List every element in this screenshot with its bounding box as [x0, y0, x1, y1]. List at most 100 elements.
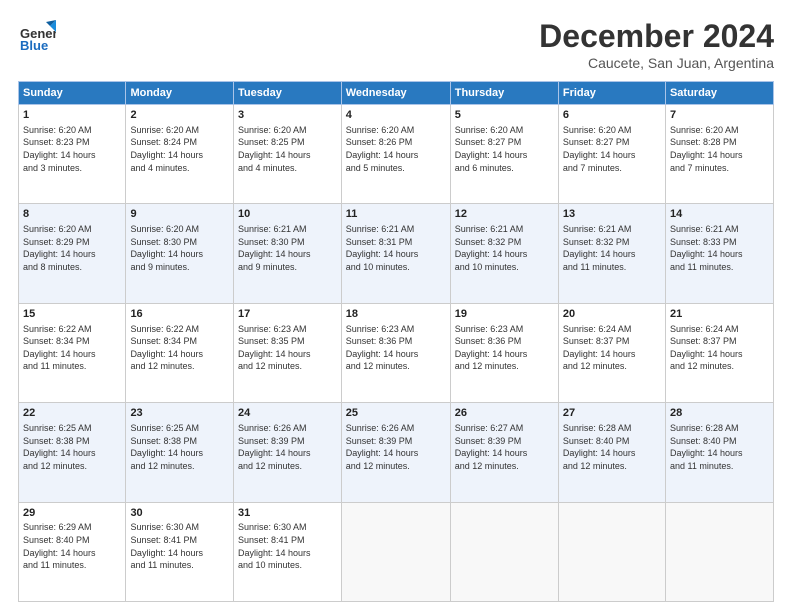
day-number: 22: [23, 406, 121, 421]
calendar-cell: 30Sunrise: 6:30 AM Sunset: 8:41 PM Dayli…: [126, 502, 234, 601]
day-info: Sunrise: 6:28 AM Sunset: 8:40 PM Dayligh…: [670, 422, 769, 472]
calendar-cell: [341, 502, 450, 601]
svg-text:Blue: Blue: [20, 38, 48, 53]
day-number: 10: [238, 207, 337, 222]
day-info: Sunrise: 6:20 AM Sunset: 8:27 PM Dayligh…: [455, 124, 554, 174]
day-info: Sunrise: 6:23 AM Sunset: 8:35 PM Dayligh…: [238, 323, 337, 373]
day-info: Sunrise: 6:29 AM Sunset: 8:40 PM Dayligh…: [23, 521, 121, 571]
calendar-cell: 16Sunrise: 6:22 AM Sunset: 8:34 PM Dayli…: [126, 303, 234, 402]
calendar-cell: 14Sunrise: 6:21 AM Sunset: 8:33 PM Dayli…: [665, 204, 773, 303]
day-number: 1: [23, 108, 121, 123]
calendar-table: SundayMondayTuesdayWednesdayThursdayFrid…: [18, 81, 774, 602]
day-number: 2: [130, 108, 229, 123]
calendar-cell: 2Sunrise: 6:20 AM Sunset: 8:24 PM Daylig…: [126, 105, 234, 204]
weekday-header: Wednesday: [341, 82, 450, 105]
day-info: Sunrise: 6:27 AM Sunset: 8:39 PM Dayligh…: [455, 422, 554, 472]
calendar-cell: 5Sunrise: 6:20 AM Sunset: 8:27 PM Daylig…: [450, 105, 558, 204]
calendar-cell: 3Sunrise: 6:20 AM Sunset: 8:25 PM Daylig…: [234, 105, 342, 204]
day-info: Sunrise: 6:20 AM Sunset: 8:29 PM Dayligh…: [23, 223, 121, 273]
calendar-cell: 25Sunrise: 6:26 AM Sunset: 8:39 PM Dayli…: [341, 403, 450, 502]
location-subtitle: Caucete, San Juan, Argentina: [539, 55, 774, 71]
day-number: 25: [346, 406, 446, 421]
day-info: Sunrise: 6:21 AM Sunset: 8:32 PM Dayligh…: [563, 223, 661, 273]
calendar-cell: 20Sunrise: 6:24 AM Sunset: 8:37 PM Dayli…: [558, 303, 665, 402]
header: General Blue December 2024 Caucete, San …: [18, 18, 774, 71]
calendar-cell: 12Sunrise: 6:21 AM Sunset: 8:32 PM Dayli…: [450, 204, 558, 303]
calendar-cell: 13Sunrise: 6:21 AM Sunset: 8:32 PM Dayli…: [558, 204, 665, 303]
day-number: 12: [455, 207, 554, 222]
calendar-cell: 23Sunrise: 6:25 AM Sunset: 8:38 PM Dayli…: [126, 403, 234, 502]
day-info: Sunrise: 6:26 AM Sunset: 8:39 PM Dayligh…: [346, 422, 446, 472]
day-number: 3: [238, 108, 337, 123]
day-number: 16: [130, 307, 229, 322]
day-info: Sunrise: 6:25 AM Sunset: 8:38 PM Dayligh…: [130, 422, 229, 472]
calendar-cell: 19Sunrise: 6:23 AM Sunset: 8:36 PM Dayli…: [450, 303, 558, 402]
day-info: Sunrise: 6:23 AM Sunset: 8:36 PM Dayligh…: [455, 323, 554, 373]
day-info: Sunrise: 6:21 AM Sunset: 8:31 PM Dayligh…: [346, 223, 446, 273]
day-info: Sunrise: 6:21 AM Sunset: 8:32 PM Dayligh…: [455, 223, 554, 273]
calendar-cell: 27Sunrise: 6:28 AM Sunset: 8:40 PM Dayli…: [558, 403, 665, 502]
day-number: 20: [563, 307, 661, 322]
day-number: 29: [23, 506, 121, 521]
day-number: 8: [23, 207, 121, 222]
day-info: Sunrise: 6:21 AM Sunset: 8:30 PM Dayligh…: [238, 223, 337, 273]
day-number: 14: [670, 207, 769, 222]
day-info: Sunrise: 6:30 AM Sunset: 8:41 PM Dayligh…: [238, 521, 337, 571]
weekday-header: Monday: [126, 82, 234, 105]
day-number: 17: [238, 307, 337, 322]
day-number: 6: [563, 108, 661, 123]
day-number: 19: [455, 307, 554, 322]
day-info: Sunrise: 6:25 AM Sunset: 8:38 PM Dayligh…: [23, 422, 121, 472]
calendar-cell: 28Sunrise: 6:28 AM Sunset: 8:40 PM Dayli…: [665, 403, 773, 502]
weekday-header: Friday: [558, 82, 665, 105]
calendar-cell: 11Sunrise: 6:21 AM Sunset: 8:31 PM Dayli…: [341, 204, 450, 303]
calendar-cell: [558, 502, 665, 601]
day-number: 9: [130, 207, 229, 222]
day-info: Sunrise: 6:22 AM Sunset: 8:34 PM Dayligh…: [23, 323, 121, 373]
day-number: 26: [455, 406, 554, 421]
logo-bird-icon: General Blue: [18, 18, 56, 56]
day-number: 4: [346, 108, 446, 123]
day-number: 15: [23, 307, 121, 322]
day-info: Sunrise: 6:23 AM Sunset: 8:36 PM Dayligh…: [346, 323, 446, 373]
page: General Blue December 2024 Caucete, San …: [0, 0, 792, 612]
day-number: 30: [130, 506, 229, 521]
calendar-cell: 29Sunrise: 6:29 AM Sunset: 8:40 PM Dayli…: [19, 502, 126, 601]
day-number: 7: [670, 108, 769, 123]
day-info: Sunrise: 6:20 AM Sunset: 8:26 PM Dayligh…: [346, 124, 446, 174]
day-number: 24: [238, 406, 337, 421]
calendar-cell: 26Sunrise: 6:27 AM Sunset: 8:39 PM Dayli…: [450, 403, 558, 502]
weekday-header: Tuesday: [234, 82, 342, 105]
day-number: 11: [346, 207, 446, 222]
day-number: 23: [130, 406, 229, 421]
calendar-cell: 9Sunrise: 6:20 AM Sunset: 8:30 PM Daylig…: [126, 204, 234, 303]
day-number: 21: [670, 307, 769, 322]
month-year-title: December 2024: [539, 18, 774, 55]
day-number: 18: [346, 307, 446, 322]
day-info: Sunrise: 6:20 AM Sunset: 8:28 PM Dayligh…: [670, 124, 769, 174]
day-info: Sunrise: 6:20 AM Sunset: 8:23 PM Dayligh…: [23, 124, 121, 174]
day-info: Sunrise: 6:24 AM Sunset: 8:37 PM Dayligh…: [563, 323, 661, 373]
calendar-cell: 31Sunrise: 6:30 AM Sunset: 8:41 PM Dayli…: [234, 502, 342, 601]
calendar-cell: 6Sunrise: 6:20 AM Sunset: 8:27 PM Daylig…: [558, 105, 665, 204]
day-number: 31: [238, 506, 337, 521]
weekday-header: Thursday: [450, 82, 558, 105]
calendar-cell: 10Sunrise: 6:21 AM Sunset: 8:30 PM Dayli…: [234, 204, 342, 303]
calendar-cell: 18Sunrise: 6:23 AM Sunset: 8:36 PM Dayli…: [341, 303, 450, 402]
day-number: 28: [670, 406, 769, 421]
calendar-cell: 8Sunrise: 6:20 AM Sunset: 8:29 PM Daylig…: [19, 204, 126, 303]
calendar-cell: 24Sunrise: 6:26 AM Sunset: 8:39 PM Dayli…: [234, 403, 342, 502]
calendar-cell: 15Sunrise: 6:22 AM Sunset: 8:34 PM Dayli…: [19, 303, 126, 402]
weekday-header: Sunday: [19, 82, 126, 105]
day-info: Sunrise: 6:26 AM Sunset: 8:39 PM Dayligh…: [238, 422, 337, 472]
day-info: Sunrise: 6:20 AM Sunset: 8:27 PM Dayligh…: [563, 124, 661, 174]
day-info: Sunrise: 6:28 AM Sunset: 8:40 PM Dayligh…: [563, 422, 661, 472]
day-info: Sunrise: 6:24 AM Sunset: 8:37 PM Dayligh…: [670, 323, 769, 373]
calendar-cell: 1Sunrise: 6:20 AM Sunset: 8:23 PM Daylig…: [19, 105, 126, 204]
day-info: Sunrise: 6:20 AM Sunset: 8:24 PM Dayligh…: [130, 124, 229, 174]
day-info: Sunrise: 6:20 AM Sunset: 8:30 PM Dayligh…: [130, 223, 229, 273]
day-number: 13: [563, 207, 661, 222]
calendar-cell: [450, 502, 558, 601]
day-info: Sunrise: 6:30 AM Sunset: 8:41 PM Dayligh…: [130, 521, 229, 571]
day-info: Sunrise: 6:21 AM Sunset: 8:33 PM Dayligh…: [670, 223, 769, 273]
